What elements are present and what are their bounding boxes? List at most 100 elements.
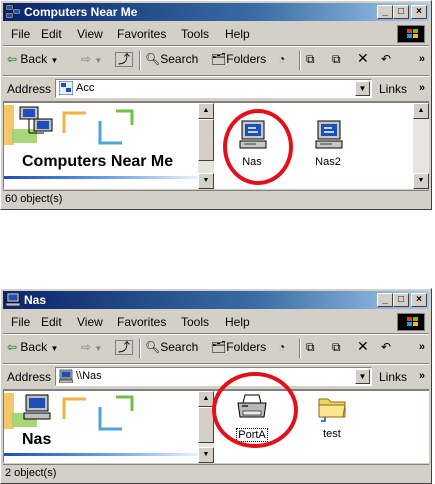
undo-button[interactable]: ↶ bbox=[381, 52, 391, 66]
standard-toolbar: ⇦ Back ▼ ⇨ ▼ ⤴ 🔍︎Search 🗂︎Folders ◔ ⧉ ⧉ … bbox=[3, 46, 429, 76]
undo-icon: ↶ bbox=[381, 340, 392, 354]
folders-icon: 🗂︎ bbox=[211, 52, 227, 66]
menu-file[interactable]: File bbox=[11, 315, 30, 329]
item-label: Nas2 bbox=[315, 156, 341, 168]
scroll-up-button[interactable]: ▲ bbox=[413, 103, 429, 119]
search-button[interactable]: 🔍︎Search bbox=[145, 340, 198, 354]
address-field[interactable]: Acc ▼ bbox=[55, 79, 372, 98]
move-to-icon: ⧉ bbox=[306, 340, 315, 354]
minimize-button[interactable]: _ bbox=[377, 5, 393, 19]
window-title: Nas bbox=[24, 293, 47, 307]
links-button[interactable]: Links bbox=[379, 82, 407, 96]
menu-help[interactable]: Help bbox=[225, 27, 250, 41]
history-icon: ◔ bbox=[278, 52, 286, 66]
menu-view[interactable]: View bbox=[77, 27, 103, 41]
address-value: Acc bbox=[76, 82, 95, 94]
menu-edit[interactable]: Edit bbox=[41, 315, 62, 329]
up-folder-icon: ⤴ bbox=[118, 340, 131, 354]
scroll-up-button[interactable]: ▲ bbox=[198, 103, 214, 119]
links-overflow-chevron[interactable]: » bbox=[419, 370, 425, 382]
menu-edit[interactable]: Edit bbox=[41, 27, 62, 41]
folder-icon bbox=[318, 398, 346, 422]
left-pane-scrollbar[interactable]: ▲ ▼ bbox=[198, 391, 214, 463]
search-icon: 🔍︎ bbox=[145, 340, 161, 354]
move-to-button[interactable]: ⧉ bbox=[306, 52, 315, 67]
banner-title: Computers Near Me bbox=[22, 153, 174, 170]
copy-to-icon: ⧉ bbox=[332, 52, 341, 66]
window-title: Computers Near Me bbox=[24, 5, 138, 19]
address-value: \\Nas bbox=[76, 370, 102, 382]
computer-icon bbox=[6, 293, 20, 306]
back-button[interactable]: ⇦ Back ▼ bbox=[7, 340, 58, 354]
highlight-circle bbox=[212, 372, 298, 448]
close-button[interactable]: × bbox=[411, 5, 427, 19]
scroll-down-button[interactable]: ▼ bbox=[413, 173, 429, 189]
links-overflow-chevron[interactable]: » bbox=[419, 82, 425, 94]
title-bar[interactable]: Nas _ □ × bbox=[3, 291, 429, 309]
menu-favorites[interactable]: Favorites bbox=[117, 315, 166, 329]
menu-tools[interactable]: Tools bbox=[181, 27, 209, 41]
menu-tools[interactable]: Tools bbox=[181, 315, 209, 329]
menu-view[interactable]: View bbox=[77, 315, 103, 329]
close-button[interactable]: × bbox=[411, 293, 427, 307]
dropdown-arrow-icon: ▼ bbox=[94, 56, 103, 65]
folder-view: Computers Near Me ▲ ▼ Nas Nas2 ▲ ▼ bbox=[3, 102, 429, 189]
address-dropdown-button[interactable]: ▼ bbox=[355, 81, 370, 96]
toolbar-overflow-chevron[interactable]: » bbox=[419, 341, 425, 353]
dropdown-arrow-icon: ▼ bbox=[94, 344, 103, 353]
list-item[interactable]: Nas2 bbox=[298, 119, 358, 168]
up-folder-icon: ⤴ bbox=[118, 52, 131, 66]
back-button[interactable]: ⇦ Back ▼ bbox=[7, 52, 58, 66]
right-pane-scrollbar[interactable]: ▲ ▼ bbox=[413, 103, 429, 189]
banner-underline bbox=[4, 453, 214, 456]
copy-to-button[interactable]: ⧉ bbox=[332, 52, 341, 67]
back-arrow-icon: ⇦ bbox=[7, 340, 18, 354]
up-folder-button[interactable]: ⤴ bbox=[115, 52, 134, 67]
web-view-pane: Nas bbox=[4, 391, 214, 463]
undo-button[interactable]: ↶ bbox=[381, 340, 391, 354]
menu-bar: File Edit View Favorites Tools Help bbox=[3, 311, 429, 334]
history-button[interactable]: ◔ bbox=[278, 340, 285, 354]
computer-icon bbox=[59, 369, 73, 383]
history-icon: ◔ bbox=[278, 340, 286, 354]
list-item[interactable]: test bbox=[302, 393, 362, 440]
maximize-button[interactable]: □ bbox=[393, 293, 409, 307]
menu-bar: File Edit View Favorites Tools Help bbox=[3, 23, 429, 46]
windows-logo-icon bbox=[397, 313, 425, 331]
title-bar[interactable]: Computers Near Me _ □ × bbox=[3, 3, 429, 21]
address-field[interactable]: \\Nas ▼ bbox=[55, 367, 372, 386]
menu-help[interactable]: Help bbox=[225, 315, 250, 329]
scroll-down-button[interactable]: ▼ bbox=[198, 173, 214, 189]
banner-title: Nas bbox=[22, 431, 52, 448]
move-to-button[interactable]: ⧉ bbox=[306, 340, 315, 355]
move-to-icon: ⧉ bbox=[306, 52, 315, 66]
computer-icon bbox=[315, 120, 343, 149]
menu-file[interactable]: File bbox=[11, 27, 30, 41]
delete-icon: ✕ bbox=[357, 338, 369, 354]
status-bar: 60 object(s) bbox=[3, 190, 429, 209]
history-button[interactable]: ◔ bbox=[278, 52, 285, 66]
delete-button[interactable]: ✕ bbox=[357, 338, 369, 355]
menu-favorites[interactable]: Favorites bbox=[117, 27, 166, 41]
web-view-pane: Computers Near Me bbox=[4, 103, 214, 189]
folders-button[interactable]: 🗂︎Folders bbox=[211, 340, 266, 354]
forward-button[interactable]: ⇨ ▼ bbox=[81, 52, 102, 66]
minimize-button[interactable]: _ bbox=[377, 293, 393, 307]
status-bar: 2 object(s) bbox=[3, 464, 429, 483]
toolbar-overflow-chevron[interactable]: » bbox=[419, 53, 425, 65]
left-pane-scrollbar[interactable]: ▲ ▼ bbox=[198, 103, 214, 189]
address-dropdown-button[interactable]: ▼ bbox=[355, 369, 370, 384]
scroll-thumb[interactable] bbox=[198, 119, 214, 161]
links-button[interactable]: Links bbox=[379, 370, 407, 384]
search-button[interactable]: 🔍︎Search bbox=[145, 52, 198, 66]
address-label: Address bbox=[7, 82, 52, 96]
copy-to-button[interactable]: ⧉ bbox=[332, 340, 341, 355]
forward-arrow-icon: ⇨ bbox=[81, 340, 92, 354]
maximize-button[interactable]: □ bbox=[393, 5, 409, 19]
network-computers-icon bbox=[6, 5, 20, 18]
delete-button[interactable]: ✕ bbox=[357, 50, 369, 67]
folders-button[interactable]: 🗂︎Folders bbox=[211, 52, 266, 66]
scroll-down-button[interactable]: ▼ bbox=[198, 447, 214, 463]
forward-button[interactable]: ⇨ ▼ bbox=[81, 340, 102, 354]
up-folder-button[interactable]: ⤴ bbox=[115, 340, 134, 355]
